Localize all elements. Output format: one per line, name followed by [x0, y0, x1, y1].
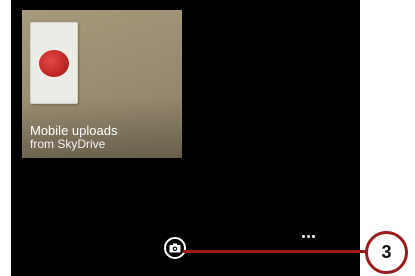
more-dot-icon: [302, 234, 305, 238]
more-options-button[interactable]: [302, 231, 315, 241]
camera-icon: [169, 243, 181, 253]
callout-number: 3: [381, 242, 392, 262]
album-tile-mobile-uploads[interactable]: Mobile uploads from SkyDrive: [22, 10, 182, 158]
callout-line: [183, 250, 366, 253]
more-dot-icon: [312, 234, 315, 238]
album-title: Mobile uploads: [30, 123, 118, 138]
phone-screen: Mobile uploads from SkyDrive: [11, 0, 360, 276]
album-thumbnail-red-switch: [39, 50, 69, 77]
more-dot-icon: [307, 234, 310, 238]
album-thumbnail-wall-plate: [30, 22, 78, 104]
camera-button[interactable]: [164, 237, 186, 259]
album-subtitle: from SkyDrive: [30, 137, 106, 151]
callout-number-badge: 3: [365, 231, 408, 274]
